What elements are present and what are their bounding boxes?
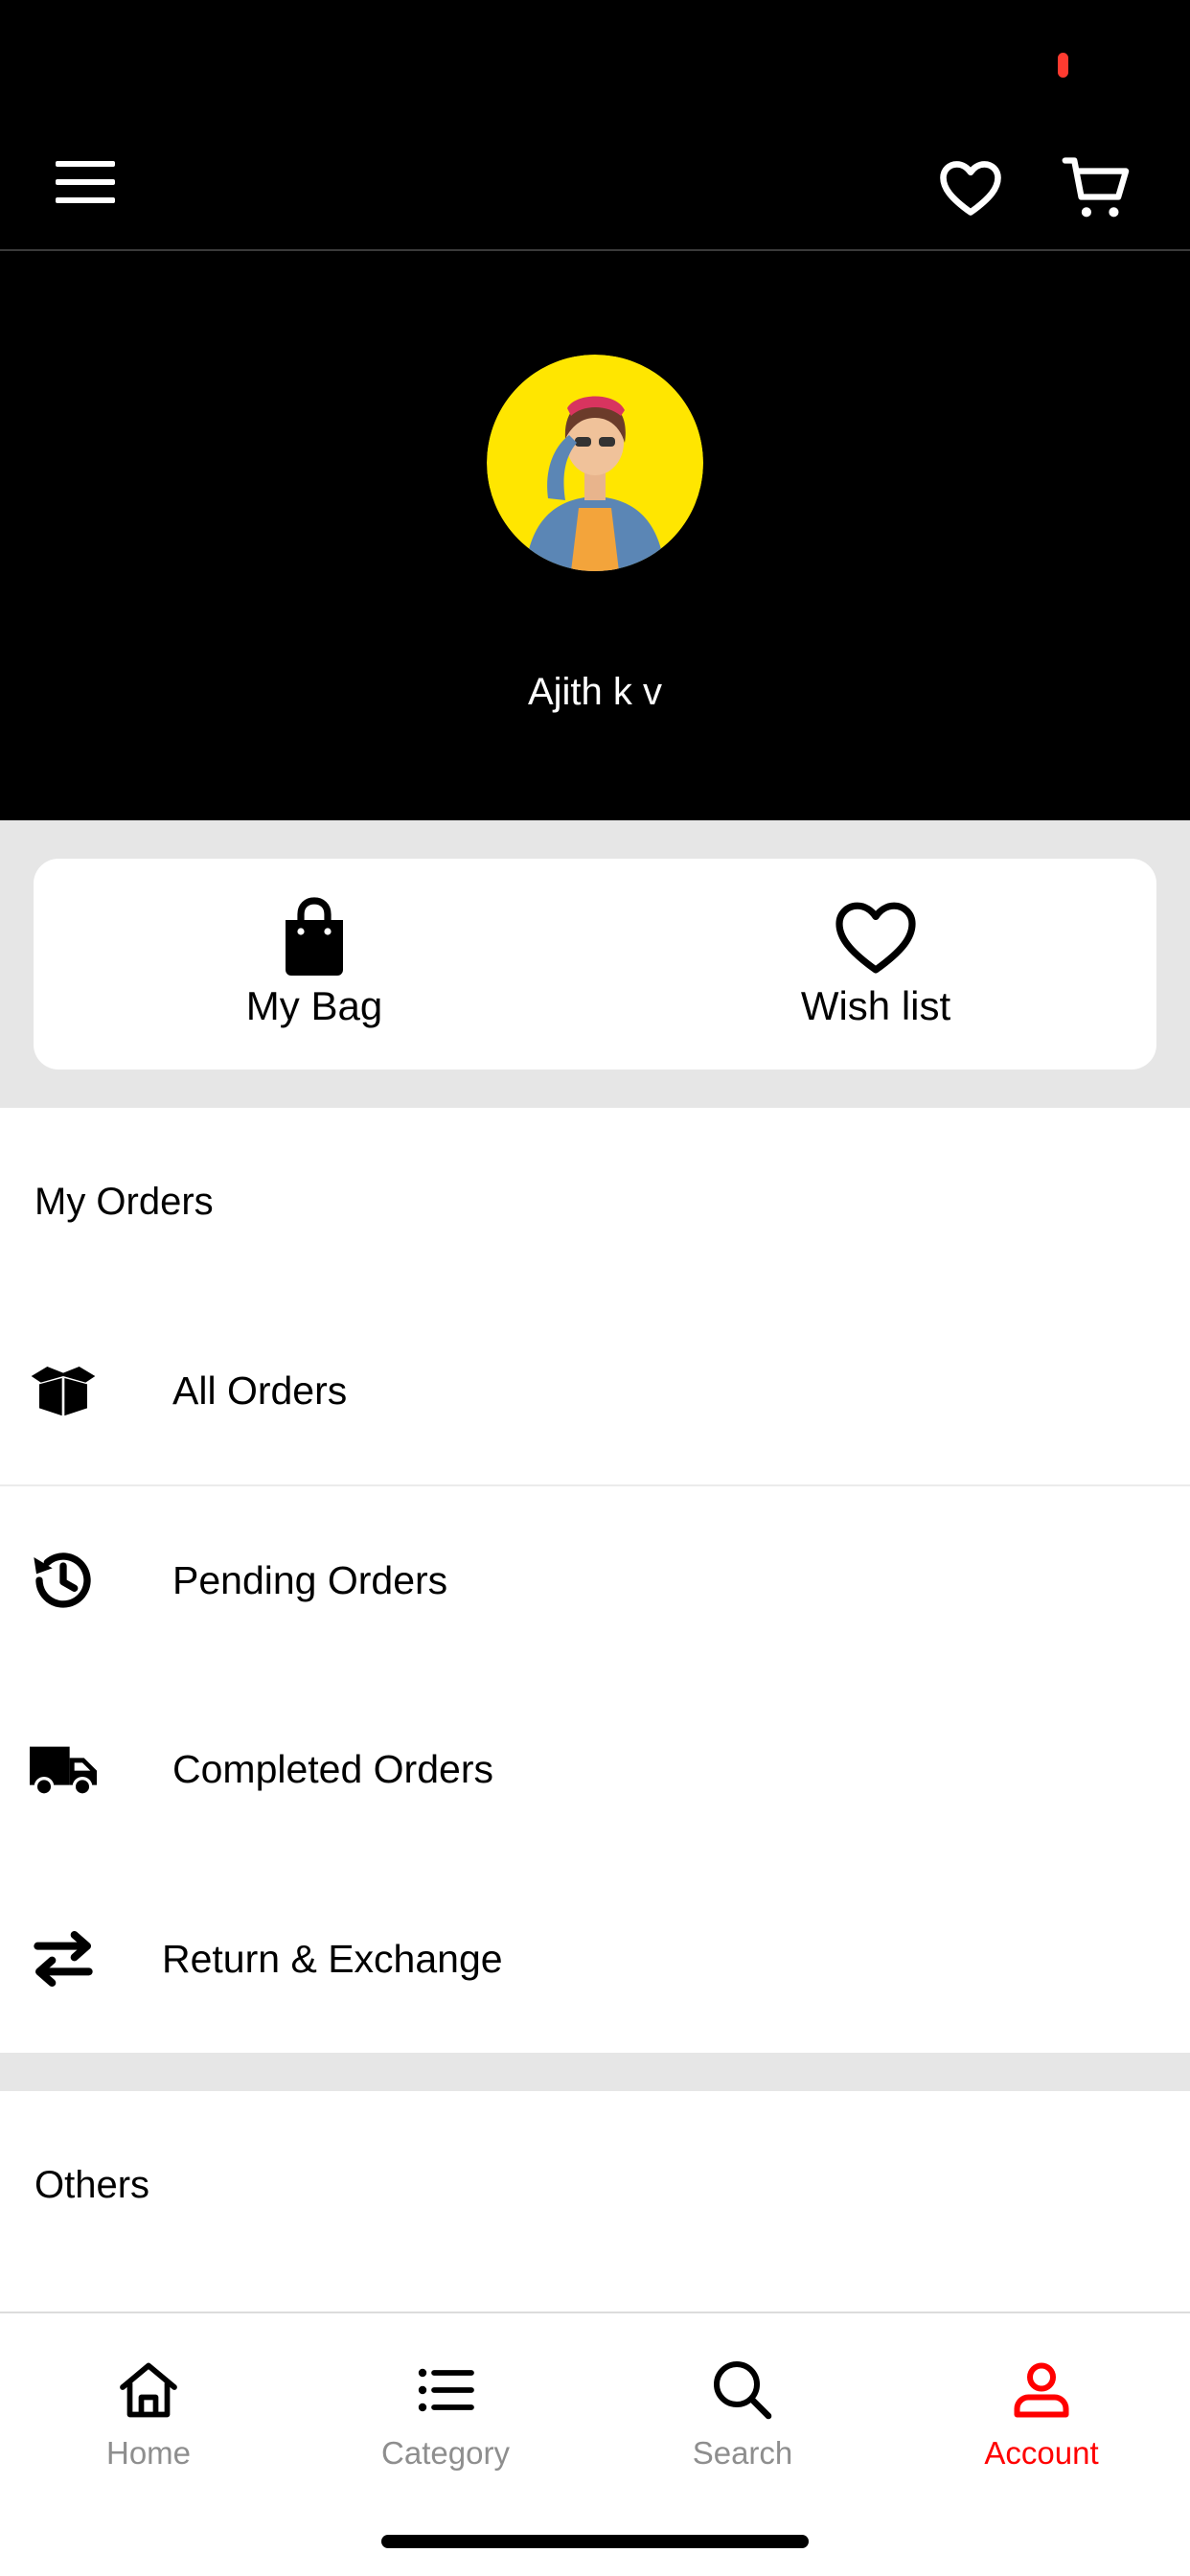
search-icon	[714, 2361, 772, 2420]
tab-home-label: Home	[105, 2435, 192, 2471]
tab-search-label: Search	[692, 2435, 793, 2471]
header-wishlist-button[interactable]	[934, 153, 1007, 222]
header-cart-button[interactable]	[1061, 151, 1133, 224]
avatar[interactable]	[487, 355, 703, 571]
profile-header: Ajith k v	[0, 251, 1190, 820]
user-name: Ajith k v	[527, 671, 663, 713]
completed-orders-item[interactable]: Completed Orders	[0, 1675, 1190, 1864]
home-icon	[120, 2362, 177, 2418]
wishlist-button[interactable]: Wish list	[595, 859, 1156, 1070]
tab-search[interactable]: Search	[594, 2313, 891, 2486]
user-icon	[1014, 2362, 1069, 2418]
cart-icon	[1062, 157, 1130, 218]
pending-orders-item[interactable]: Pending Orders	[0, 1486, 1190, 1675]
tab-category-label: Category	[381, 2435, 510, 2471]
open-box-icon	[31, 1367, 96, 1416]
tab-account-label: Account	[984, 2435, 1099, 2471]
top-app-bar	[0, 0, 1190, 251]
section-separator	[0, 2053, 1190, 2091]
history-icon	[34, 1552, 91, 1608]
all-orders-item[interactable]: All Orders	[0, 1297, 1190, 1485]
my-bag-button[interactable]: My Bag	[34, 859, 595, 1070]
completed-orders-label: Completed Orders	[172, 1747, 493, 1791]
my-bag-label: My Bag	[245, 983, 383, 1028]
tab-category[interactable]: Category	[297, 2313, 594, 2486]
menu-button[interactable]	[54, 159, 121, 209]
swap-arrows-icon	[34, 1931, 93, 1987]
all-orders-label: All Orders	[172, 1368, 348, 1413]
home-indicator	[381, 2535, 809, 2548]
recording-indicator	[1058, 53, 1068, 78]
truck-icon	[30, 1746, 97, 1797]
menu-icon	[56, 161, 115, 203]
wishlist-label: Wish list	[800, 983, 951, 1028]
tab-home[interactable]: Home	[0, 2313, 297, 2486]
quick-actions-card: My Bag Wish list	[34, 859, 1156, 1070]
heart-outline-icon	[835, 902, 916, 974]
others-title: Others	[34, 2164, 150, 2206]
return-exchange-item[interactable]: Return & Exchange	[0, 1865, 1190, 2054]
pending-orders-label: Pending Orders	[172, 1558, 448, 1602]
my-orders-title: My Orders	[34, 1181, 214, 1223]
tab-account[interactable]: Account	[893, 2313, 1190, 2486]
quick-actions-section: My Bag Wish list	[0, 820, 1190, 1108]
return-exchange-label: Return & Exchange	[162, 1937, 503, 1981]
shopping-bag-icon	[286, 897, 343, 976]
avatar-photo	[487, 355, 703, 571]
list-icon	[418, 2368, 474, 2412]
heart-icon	[940, 161, 1001, 216]
